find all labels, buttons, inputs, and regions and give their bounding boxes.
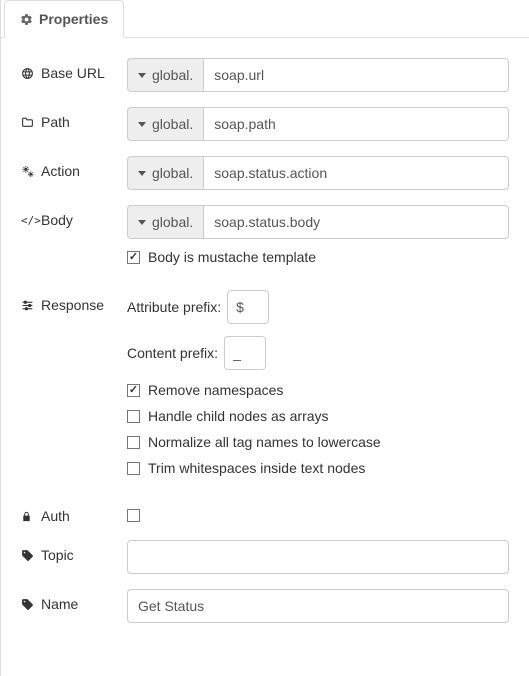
response-option-checkbox[interactable] bbox=[127, 384, 140, 397]
row-name: Name bbox=[21, 589, 509, 623]
label-name: Name bbox=[41, 596, 78, 612]
properties-form: Base URL global. Path bbox=[1, 38, 529, 658]
response-option: Remove namespaces bbox=[127, 382, 509, 398]
action-input[interactable] bbox=[203, 156, 509, 190]
path-input[interactable] bbox=[203, 107, 509, 141]
response-option-label: Normalize all tag names to lowercase bbox=[148, 434, 381, 450]
tab-properties[interactable]: Properties bbox=[4, 0, 124, 38]
sliders-icon bbox=[21, 299, 35, 312]
label-topic: Topic bbox=[41, 547, 74, 563]
globe-icon bbox=[21, 67, 35, 80]
properties-panel: Properties Base URL global. bbox=[0, 0, 529, 676]
action-scope-dropdown[interactable]: global. bbox=[127, 156, 203, 190]
label-response: Response bbox=[41, 297, 104, 313]
label-auth: Auth bbox=[41, 508, 70, 524]
gears-icon bbox=[21, 165, 35, 178]
tab-label: Properties bbox=[39, 11, 108, 27]
response-option-checkbox[interactable] bbox=[127, 436, 140, 449]
body-mustache-label: Body is mustache template bbox=[148, 249, 316, 265]
body-input[interactable] bbox=[203, 205, 509, 239]
auth-checkbox[interactable] bbox=[127, 509, 140, 522]
response-option-label: Handle child nodes as arrays bbox=[148, 408, 329, 424]
response-option: Handle child nodes as arrays bbox=[127, 408, 509, 424]
label-body: Body bbox=[41, 212, 73, 228]
row-response: Response Attribute prefix: Content prefi… bbox=[21, 290, 509, 486]
response-option-label: Trim whitespaces inside text nodes bbox=[148, 460, 365, 476]
topic-input[interactable] bbox=[127, 540, 509, 574]
folder-icon bbox=[21, 116, 35, 129]
body-mustache-checkbox[interactable] bbox=[127, 251, 140, 264]
tag-icon bbox=[21, 598, 35, 611]
response-option-checkbox[interactable] bbox=[127, 462, 140, 475]
base-url-input[interactable] bbox=[203, 58, 509, 92]
attribute-prefix-label: Attribute prefix: bbox=[127, 299, 221, 315]
row-path: Path global. bbox=[21, 107, 509, 141]
content-prefix-label: Content prefix: bbox=[127, 345, 218, 361]
gear-icon bbox=[20, 13, 33, 26]
label-path: Path bbox=[41, 114, 70, 130]
base-url-scope-dropdown[interactable]: global. bbox=[127, 58, 203, 92]
path-scope-dropdown[interactable]: global. bbox=[127, 107, 203, 141]
caret-down-icon bbox=[138, 220, 146, 225]
response-option-checkbox[interactable] bbox=[127, 410, 140, 423]
row-action: Action global. bbox=[21, 156, 509, 190]
caret-down-icon bbox=[138, 73, 146, 78]
attribute-prefix-input[interactable] bbox=[227, 290, 269, 324]
scope-label: global. bbox=[152, 214, 193, 230]
scope-label: global. bbox=[152, 67, 193, 83]
tab-bar: Properties bbox=[1, 0, 529, 38]
row-topic: Topic bbox=[21, 540, 509, 574]
lock-icon bbox=[21, 510, 35, 523]
response-option: Trim whitespaces inside text nodes bbox=[127, 460, 509, 476]
response-option-label: Remove namespaces bbox=[148, 382, 283, 398]
scope-label: global. bbox=[152, 116, 193, 132]
caret-down-icon bbox=[138, 122, 146, 127]
body-scope-dropdown[interactable]: global. bbox=[127, 205, 203, 239]
label-action: Action bbox=[41, 163, 80, 179]
content-prefix-input[interactable] bbox=[224, 336, 266, 370]
row-auth: Auth bbox=[21, 501, 509, 525]
label-base-url: Base URL bbox=[41, 65, 105, 81]
code-icon: </> bbox=[21, 214, 35, 227]
row-body: </> Body global. Body is mustache templa… bbox=[21, 205, 509, 275]
row-base-url: Base URL global. bbox=[21, 58, 509, 92]
name-input[interactable] bbox=[127, 589, 509, 623]
tag-icon bbox=[21, 549, 35, 562]
scope-label: global. bbox=[152, 165, 193, 181]
caret-down-icon bbox=[138, 171, 146, 176]
response-option: Normalize all tag names to lowercase bbox=[127, 434, 509, 450]
